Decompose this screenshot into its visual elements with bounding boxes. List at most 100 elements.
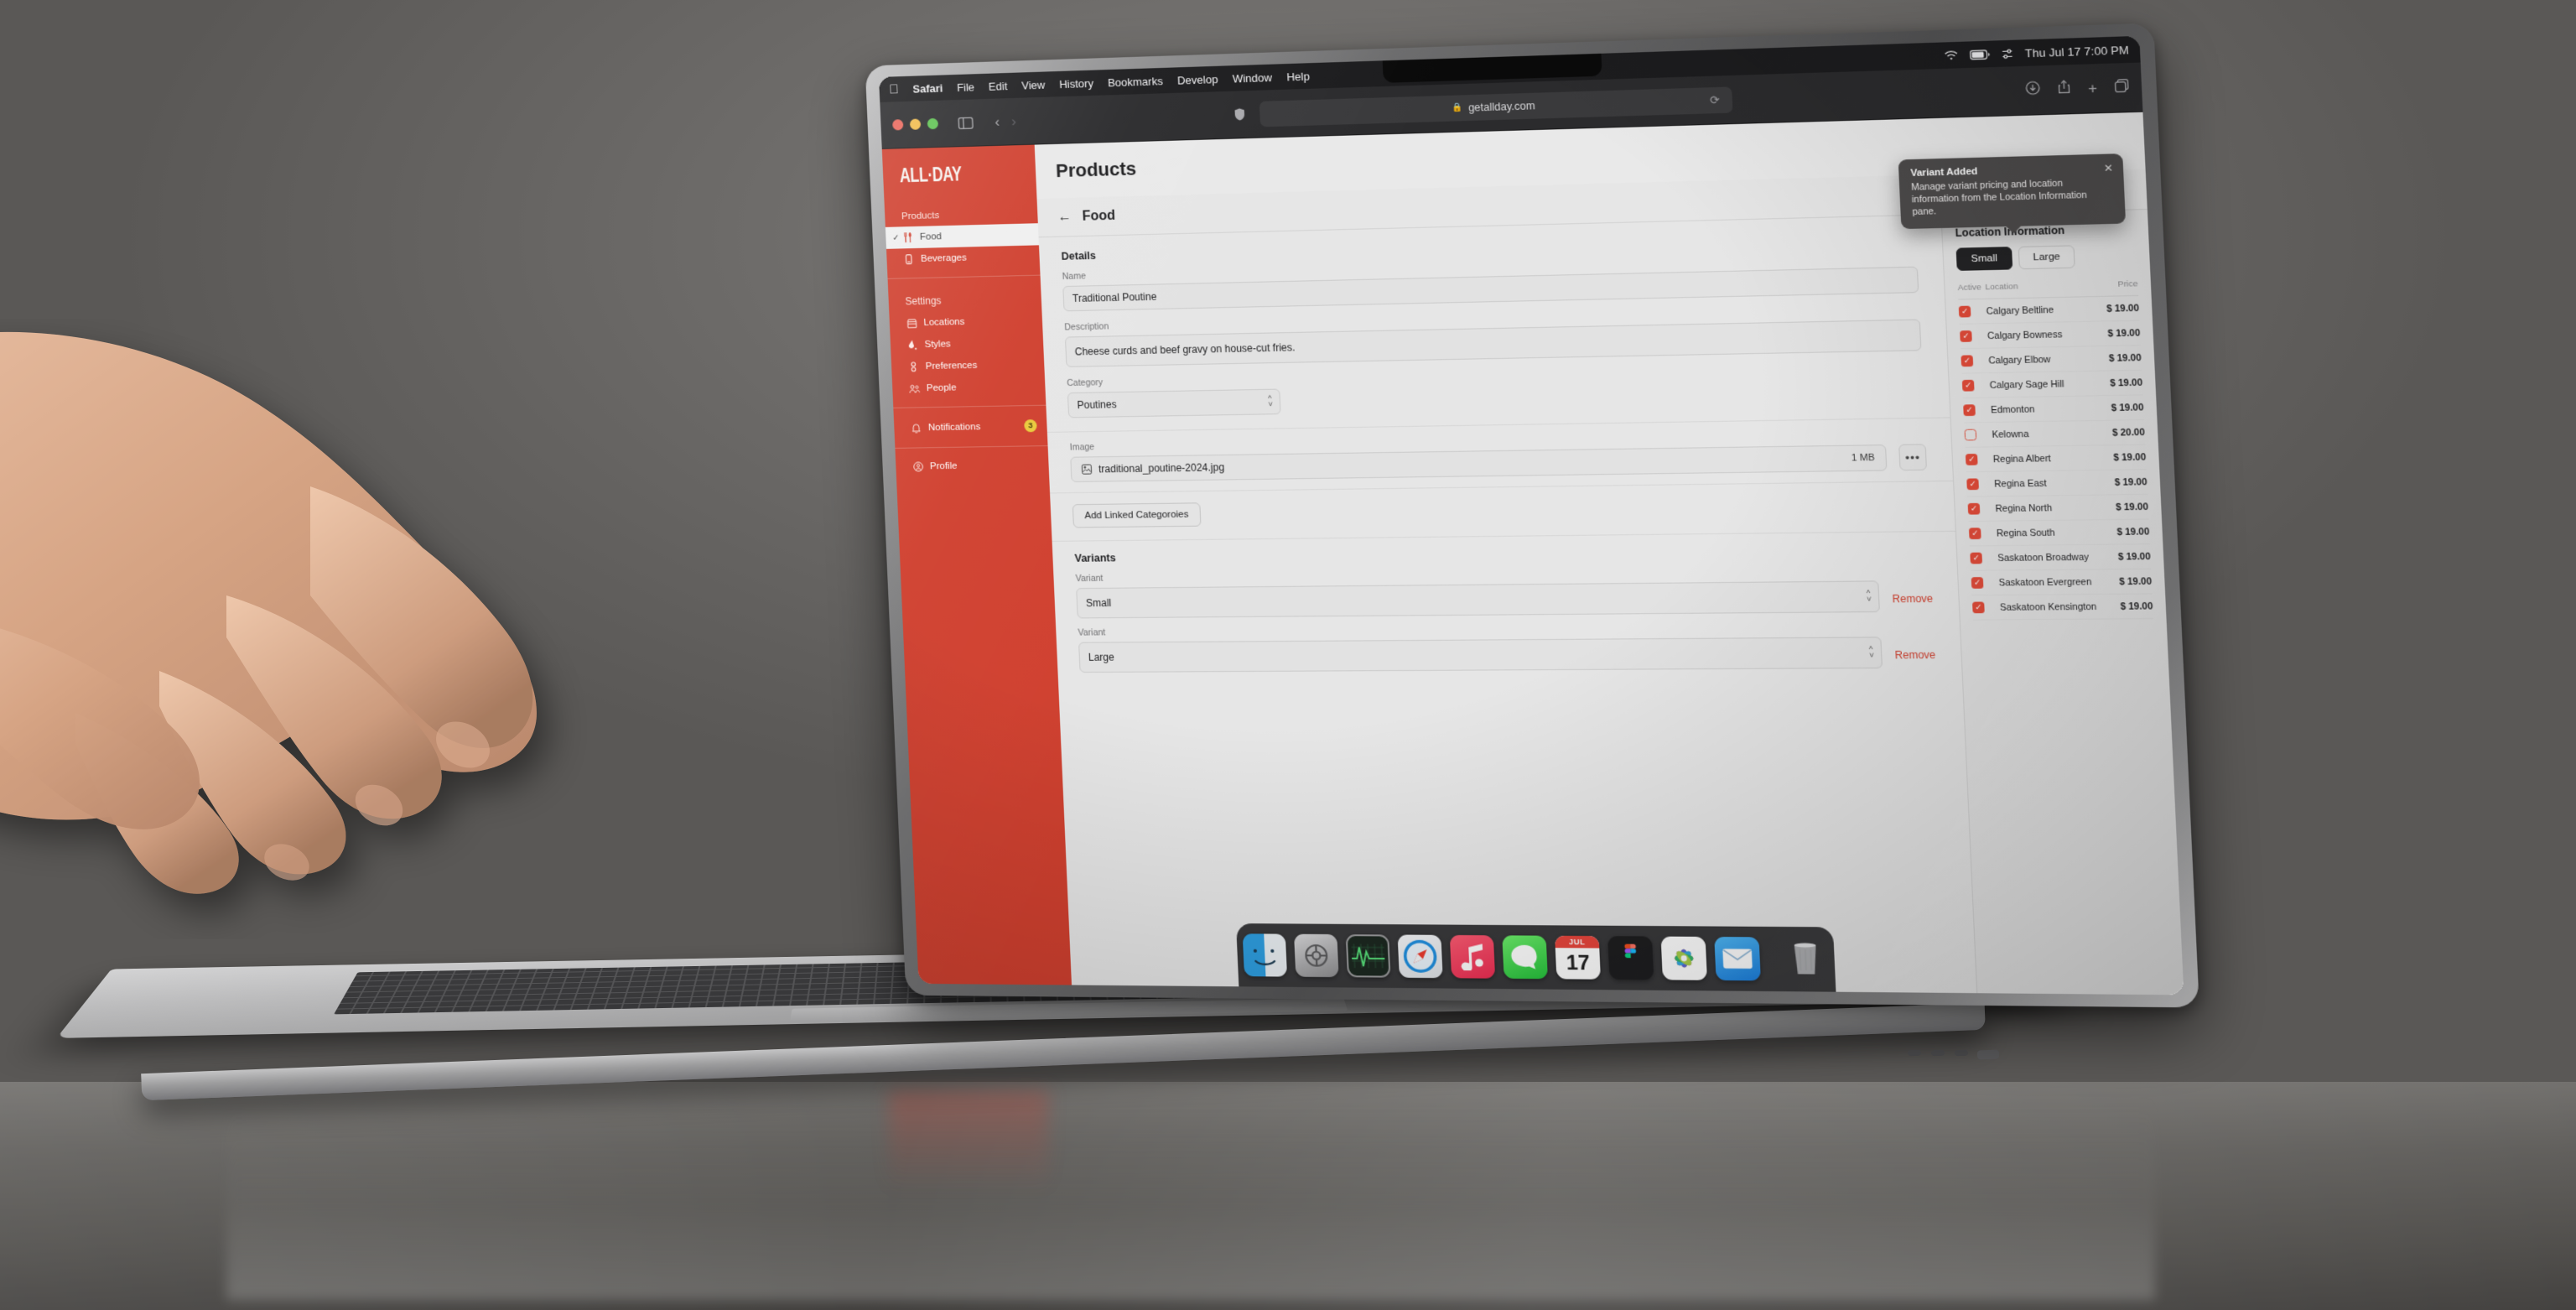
name-field-group: Name Traditional Poutine	[1062, 252, 1919, 312]
table-row[interactable]: ✓ Calgary Beltline $ 19.00	[1958, 295, 2140, 325]
sidebar-item-notifications[interactable]: Notifications 3	[894, 413, 1047, 440]
variant-select[interactable]: Large ^ ˅	[1078, 637, 1883, 673]
profile-icon	[912, 461, 923, 471]
checkbox-checked-icon[interactable]: ✓	[1970, 552, 1983, 564]
table-row[interactable]: ✓ Calgary Bowness $ 19.00	[1959, 320, 2141, 349]
checkbox-checked-icon[interactable]: ✓	[1971, 577, 1984, 589]
checkbox-checked-icon[interactable]: ✓	[1961, 355, 1974, 367]
active-cell: ✓	[1971, 595, 2001, 621]
table-row[interactable]: ✓ Regina Albert $ 19.00	[1965, 444, 2147, 472]
table-row[interactable]: ✓ Saskatoon Broadway $ 19.00	[1969, 543, 2152, 571]
back-button[interactable]: ‹	[995, 113, 1000, 130]
safari-icon[interactable]	[1397, 934, 1443, 979]
window-controls[interactable]	[892, 117, 939, 131]
active-cell: ✓	[1961, 372, 1991, 398]
minimize-button[interactable]	[909, 118, 922, 130]
brand-logo[interactable]: ALL·DAY	[882, 145, 1037, 203]
variants-heading: Variants	[1074, 552, 1116, 564]
chevron-updown-icon: ^ ˅	[1866, 588, 1872, 604]
checkbox-checked-icon[interactable]: ✓	[1972, 601, 1985, 614]
new-tab-button[interactable]: +	[2088, 80, 2098, 97]
table-row[interactable]: ✓ Regina East $ 19.00	[1966, 469, 2148, 497]
checkbox-unchecked-icon[interactable]	[1964, 429, 1977, 441]
store-icon	[906, 319, 917, 328]
tab-overview-icon[interactable]	[2115, 78, 2130, 96]
menu-window[interactable]: Window	[1232, 70, 1272, 85]
menu-safari[interactable]: Safari	[912, 81, 943, 95]
remove-variant-link[interactable]: Remove	[1894, 649, 1935, 668]
checkbox-checked-icon[interactable]: ✓	[1966, 478, 1980, 491]
back-arrow-icon[interactable]: ←	[1057, 210, 1072, 226]
apple-menu-icon[interactable]: 	[889, 82, 899, 96]
sidebar-item-locations[interactable]: Locations	[889, 309, 1042, 335]
price-cell: $ 19.00	[2102, 345, 2142, 372]
checkbox-checked-icon[interactable]: ✓	[1961, 379, 1975, 392]
address-bar[interactable]: 🔒 getallday.com ⟳	[1259, 86, 1733, 127]
sidebar-toggle-icon[interactable]	[958, 117, 974, 129]
table-row[interactable]: ✓ Calgary Elbow $ 19.00	[1961, 345, 2142, 374]
notification-badge: 3	[1024, 419, 1037, 433]
menubar-clock[interactable]: Thu Jul 17 7:00 PM	[2025, 43, 2130, 60]
checkbox-checked-icon[interactable]: ✓	[1963, 404, 1976, 417]
table-row[interactable]: ✓ Edmonton $ 19.00	[1962, 394, 2145, 423]
menu-develop[interactable]: Develop	[1177, 72, 1218, 86]
image-menu-button[interactable]: •••	[1898, 444, 1928, 471]
figma-icon[interactable]	[1607, 936, 1654, 980]
table-row[interactable]: ✓ Saskatoon Kensington $ 19.00	[1971, 593, 2154, 621]
checkbox-checked-icon[interactable]: ✓	[1968, 528, 1981, 540]
sidebar-divider-3	[895, 445, 1048, 449]
system-settings-icon[interactable]	[1294, 933, 1339, 978]
control-center-icon[interactable]	[2002, 48, 2013, 60]
category-select[interactable]: Poutines ^ ˅	[1067, 388, 1281, 418]
remove-variant-link[interactable]: Remove	[1892, 592, 1933, 611]
table-row[interactable]: ✓ Calgary Sage Hill $ 19.00	[1961, 370, 2143, 398]
forward-button[interactable]: ›	[1011, 112, 1017, 129]
photos-icon[interactable]	[1660, 936, 1707, 980]
checkbox-checked-icon[interactable]: ✓	[1960, 330, 1972, 342]
content-split: Details Name Traditional Poutine Descrip…	[1038, 210, 2184, 995]
zoom-button[interactable]	[927, 117, 939, 130]
wifi-icon[interactable]	[1945, 49, 1959, 60]
add-linked-categories-button[interactable]: Add Linked Categoroies	[1072, 502, 1202, 528]
variant-select[interactable]: Small ^ ˅	[1076, 580, 1881, 619]
checkbox-checked-icon[interactable]: ✓	[1967, 502, 1981, 515]
privacy-shield-icon[interactable]	[1233, 108, 1245, 122]
menu-view[interactable]: View	[1021, 78, 1046, 91]
location-cell: Saskatoon Broadway	[1997, 544, 2113, 571]
reload-icon[interactable]: ⟳	[1710, 93, 1720, 107]
trash-icon[interactable]	[1782, 938, 1829, 982]
segment-small[interactable]: Small	[1955, 247, 2013, 271]
sidebar-item-people[interactable]: People	[892, 375, 1046, 399]
active-cell: ✓	[1966, 471, 1995, 497]
sidebar-item-preferences[interactable]: Preferences	[891, 353, 1045, 378]
sidebar-item-styles[interactable]: Styles	[890, 331, 1043, 356]
downloads-icon[interactable]	[2025, 81, 2041, 100]
checkbox-checked-icon[interactable]: ✓	[1965, 453, 1978, 465]
music-icon[interactable]	[1449, 934, 1496, 979]
table-row[interactable]: ✓ Regina South $ 19.00	[1968, 519, 2150, 546]
mail-icon[interactable]	[1714, 936, 1761, 981]
share-icon[interactable]	[2057, 80, 2070, 99]
segment-large[interactable]: Large	[2018, 245, 2075, 270]
battery-icon[interactable]	[1970, 49, 1991, 60]
menu-history[interactable]: History	[1059, 76, 1093, 90]
finder-icon[interactable]	[1242, 933, 1288, 977]
checkbox-checked-icon[interactable]: ✓	[1958, 305, 1971, 318]
sidebar-item-profile[interactable]: Profile	[896, 454, 1049, 478]
active-cell: ✓	[1969, 545, 1998, 571]
variant-value: Small	[1076, 580, 1881, 619]
table-row[interactable]: ✓ Saskatoon Evergreen $ 19.00	[1971, 569, 2153, 595]
close-button[interactable]	[892, 119, 904, 131]
activity-monitor-icon[interactable]	[1345, 934, 1391, 978]
menu-help[interactable]: Help	[1286, 70, 1310, 83]
toast-close-icon[interactable]: ✕	[2103, 162, 2113, 174]
table-row[interactable]: ✓ Regina North $ 19.00	[1967, 494, 2149, 522]
menu-file[interactable]: File	[957, 81, 975, 94]
calendar-icon[interactable]: JUL 17	[1555, 935, 1601, 980]
menu-bookmarks[interactable]: Bookmarks	[1108, 75, 1163, 89]
sidebar-item-beverages[interactable]: Beverages	[886, 245, 1040, 271]
calendar-month: JUL	[1555, 935, 1600, 949]
table-row[interactable]: Kelowna $ 20.00	[1964, 419, 2146, 448]
menu-edit[interactable]: Edit	[989, 80, 1008, 93]
messages-icon[interactable]	[1502, 935, 1548, 980]
